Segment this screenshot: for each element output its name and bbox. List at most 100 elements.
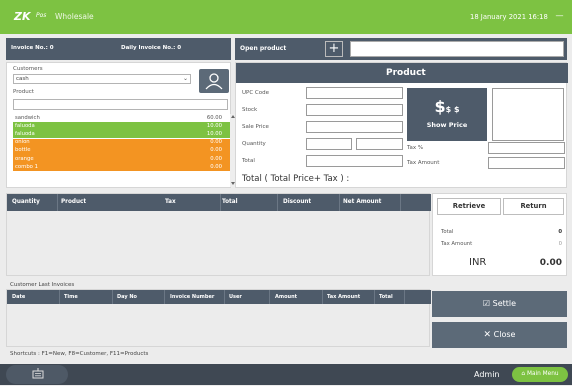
app-logo-sub: Pos [36, 12, 47, 19]
datetime: 18 January 2021 16:18 [470, 13, 548, 21]
quantity-label: Quantity [242, 141, 266, 147]
customer-last-invoices-title: Customer Last Invoices [10, 282, 75, 288]
upc-input[interactable] [306, 87, 403, 99]
quantity-unit-input[interactable] [356, 138, 403, 150]
open-product-label: Open product [240, 45, 287, 52]
show-price-label: Show Price [426, 121, 468, 129]
product-name: bottle [15, 147, 31, 154]
grid-header: Quantity Product Tax Total Discount Net … [7, 194, 431, 211]
invoices-col-total[interactable]: Total [379, 294, 393, 300]
product-price: 10.00 [206, 130, 222, 137]
grid-col-total[interactable]: Total [222, 199, 238, 205]
main-menu-button[interactable]: ⌂ Main Menu [512, 367, 568, 382]
customer-last-invoices-grid: Date Time Day No Invoice Number User Amo… [6, 289, 431, 347]
settle-label: Settle [492, 299, 517, 308]
product-price: 0.00 [210, 163, 222, 170]
keyboard-icon [32, 368, 44, 379]
product-list-item[interactable]: sandwich 60.00 [13, 114, 230, 122]
invoices-col-time[interactable]: Time [64, 294, 78, 300]
chevron-down-icon: ⌄ [182, 75, 188, 82]
return-button[interactable]: Return [503, 198, 564, 215]
open-product-bar: Open product + [235, 38, 567, 60]
product-panel: Product UPC Code Stock Sale Price Quanti… [235, 62, 568, 188]
invoices-grid-header: Date Time Day No Invoice Number User Amo… [7, 290, 431, 304]
customer-select[interactable]: cash ⌄ [13, 74, 191, 84]
x-icon: ✕ [483, 330, 492, 340]
product-list-item[interactable]: bottle 0.00 [13, 146, 230, 155]
product-list-item[interactable]: onion 0.00 [13, 138, 230, 147]
total-value: 0 [558, 229, 562, 235]
retrieve-button[interactable]: Retrieve [437, 198, 501, 215]
close-button[interactable]: ✕ Close [432, 322, 567, 348]
product-name: orange [15, 155, 34, 162]
product-name: faluoda [15, 130, 35, 137]
home-icon: ⌂ [521, 371, 526, 377]
product-list-item[interactable]: orange 0.00 [13, 155, 230, 163]
tax-percent-input[interactable] [488, 142, 565, 154]
person-icon [205, 73, 223, 90]
product-price: 60.00 [206, 114, 222, 121]
stock-input[interactable] [306, 104, 403, 116]
minimize-button[interactable]: — [555, 12, 564, 21]
settle-button[interactable]: ☑ Settle [432, 291, 567, 317]
grid-col-quantity[interactable]: Quantity [12, 199, 40, 205]
grid-col-tax[interactable]: Tax [165, 199, 176, 205]
daily-invoice-number: Daily Invoice No.: 0 [121, 45, 182, 51]
open-product-input[interactable] [350, 41, 564, 57]
product-list-item[interactable]: combo 1 0.00 [13, 163, 230, 172]
close-label: Close [493, 330, 516, 339]
invoices-col-date[interactable]: Date [12, 294, 25, 300]
total-plus-tax-label: Total ( Total Price+ Tax ) : [242, 174, 350, 184]
grand-total: 0.00 [539, 258, 562, 268]
product-header: Product [236, 63, 568, 83]
invoices-col-user[interactable]: User [229, 294, 242, 300]
total-label: Total [441, 229, 454, 235]
open-product-add-button[interactable]: + [325, 41, 343, 57]
product-price: 0.00 [210, 139, 222, 146]
user-name: Admin [474, 370, 500, 379]
invoices-col-tax-amount[interactable]: Tax Amount [327, 294, 360, 300]
product-price: 0.00 [210, 155, 222, 162]
dollar-icon: $$ $ [434, 97, 460, 116]
sale-price-input[interactable] [306, 121, 403, 133]
currency-label: INR [469, 257, 487, 268]
invoices-col-amount[interactable]: Amount [275, 294, 297, 300]
title-bar: ZK Pos Wholesale 18 January 2021 16:18 — [0, 0, 572, 34]
total-input[interactable] [306, 155, 403, 167]
product-search-input[interactable] [13, 99, 228, 110]
main-menu-label: Main Menu [526, 371, 559, 377]
tax-percent-label: Tax % [407, 145, 424, 151]
grid-col-product[interactable]: Product [61, 199, 86, 205]
customer-select-value: cash [16, 76, 29, 82]
bottom-bar: Admin ⌂ Main Menu [0, 364, 572, 385]
invoices-col-day-no[interactable]: Day No [117, 294, 137, 300]
keyboard-button[interactable] [6, 365, 68, 384]
product-name: combo 1 [15, 163, 38, 170]
sale-items-grid: Quantity Product Tax Total Discount Net … [6, 193, 431, 276]
add-customer-button[interactable] [199, 69, 229, 93]
product-title: Product [386, 68, 426, 78]
invoice-bar: Invoice No.: 0 Daily Invoice No.: 0 [6, 38, 231, 60]
tax-amount-label: Tax Amount [441, 241, 473, 247]
customers-label: Customers [13, 66, 43, 72]
invoice-number: Invoice No.: 0 [11, 45, 54, 51]
grid-col-discount[interactable]: Discount [283, 199, 311, 205]
invoices-col-invoice-number[interactable]: Invoice Number [170, 294, 214, 300]
product-list-item[interactable]: faluoda 10.00 [13, 130, 230, 139]
tax-amount-input[interactable] [488, 157, 565, 169]
product-price: 0.00 [210, 147, 222, 154]
product-image-box [492, 88, 564, 141]
totals-panel: Retrieve Return Total 0 Tax Amount 0 INR… [432, 193, 567, 276]
product-name: faluoda [15, 122, 35, 129]
product-name: onion [15, 139, 30, 146]
product-name: sandwich [15, 114, 40, 121]
product-list: sandwich 60.00 faluoda 10.00 faluoda 10.00 oni… [13, 114, 236, 187]
quantity-input[interactable] [306, 138, 352, 150]
tax-amount-value: 0 [558, 241, 562, 247]
show-price-button[interactable]: $$ $ Show Price [407, 88, 487, 141]
grid-col-net-amount[interactable]: Net Amount [343, 199, 381, 205]
app-logo: ZK [14, 10, 31, 23]
customer-product-panel: Customers cash ⌄ Product sandwich 60.00 fa… [6, 62, 236, 188]
product-list-item[interactable]: faluoda 10.00 [13, 122, 230, 131]
product-price: 10.00 [206, 122, 222, 129]
